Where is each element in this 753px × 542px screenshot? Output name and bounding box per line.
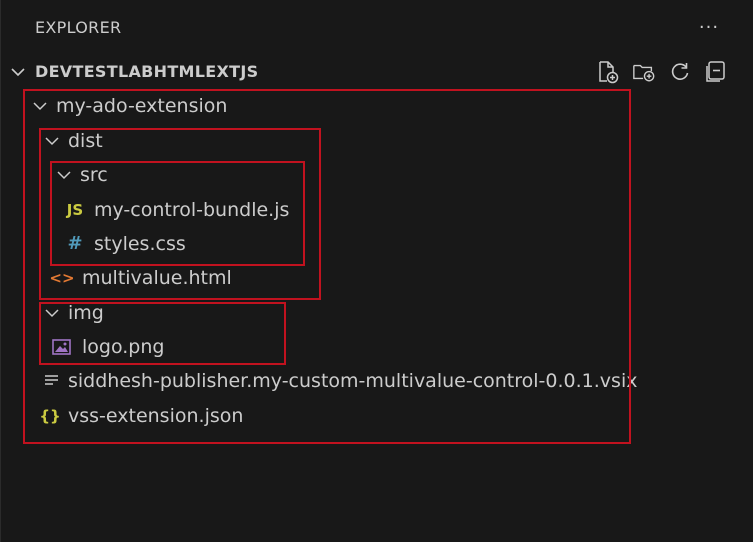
file-label: my-control-bundle.js [94,199,290,221]
tree-folder-my-ado-extension[interactable]: my-ado-extension [1,90,621,122]
new-folder-icon[interactable] [632,59,656,85]
image-file-icon [52,339,71,355]
file-label: logo.png [82,336,165,358]
chevron-down-icon [45,309,59,318]
file-label: vss-extension.json [68,405,244,427]
explorer-title: EXPLORER [35,18,122,37]
refresh-icon[interactable] [668,59,692,85]
folder-label: img [68,302,104,324]
tree-folder-src[interactable]: src [1,159,301,191]
chevron-down-icon [45,137,59,146]
chevron-down-icon[interactable] [10,64,26,80]
new-file-icon[interactable] [596,59,620,85]
file-label: styles.css [94,233,186,255]
tree-file-multivalue-html[interactable]: <> multivalue.html [1,262,311,294]
folder-label: my-ado-extension [56,95,228,117]
tree-file-styles-css[interactable]: # styles.css [1,228,301,260]
tree-folder-img[interactable]: img [1,297,281,329]
chevron-down-icon [33,102,47,111]
more-actions-icon[interactable]: ··· [697,14,721,42]
folder-label: src [80,164,108,186]
file-label: multivalue.html [82,267,232,289]
tree-folder-dist[interactable]: dist [1,125,311,157]
text-file-icon [45,375,58,385]
tree-file-vsix[interactable]: siddhesh-publisher.my-custom-multivalue-… [1,365,637,397]
html-file-icon: <> [49,269,75,287]
collapse-all-icon[interactable] [704,59,728,85]
tree-file-vss-extension-json[interactable]: {} vss-extension.json [1,400,621,432]
json-file-icon: {} [39,407,61,425]
explorer-panel: EXPLORER ··· DEVTESTLABHTMLEXTJS my-ado-… [0,0,753,542]
workspace-title: DEVTESTLABHTMLEXTJS [35,62,259,81]
css-file-icon: # [67,233,83,254]
chevron-down-icon [57,171,71,180]
explorer-toolbar [596,59,728,85]
workspace-section-header[interactable]: DEVTESTLABHTMLEXTJS [1,57,753,87]
file-label: siddhesh-publisher.my-custom-multivalue-… [68,370,638,392]
folder-label: dist [68,130,103,152]
tree-file-my-control-bundle-js[interactable]: JS my-control-bundle.js [1,194,301,226]
tree-file-logo-png[interactable]: logo.png [1,331,281,363]
javascript-file-icon: JS [66,201,84,219]
